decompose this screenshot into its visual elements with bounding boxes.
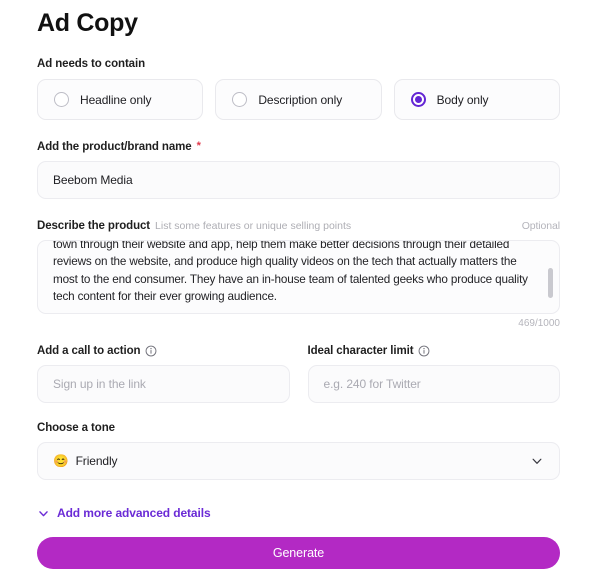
describe-product-section: Describe the product List some features … (37, 220, 560, 329)
call-to-action-label-text: Add a call to action (37, 345, 141, 357)
radio-option-label: Headline only (80, 92, 152, 107)
ad-contains-options: Headline only Description only Body only (37, 79, 560, 120)
describe-product-textarea-wrapper (37, 240, 560, 314)
tone-select[interactable]: 😊 Friendly (37, 442, 560, 480)
smiling-face-icon: 😊 (53, 453, 69, 468)
describe-product-optional-badge: Optional (521, 220, 560, 232)
describe-product-label: Describe the product List some features … (37, 220, 560, 232)
add-advanced-details-toggle[interactable]: Add more advanced details (37, 506, 211, 520)
generate-button[interactable]: Generate (37, 537, 560, 569)
info-icon (146, 345, 157, 357)
ad-contains-section: Ad needs to contain Headline only Descri… (37, 58, 560, 120)
required-asterisk: * (196, 139, 201, 152)
ad-contains-label: Ad needs to contain (37, 58, 560, 70)
radio-option-body-only[interactable]: Body only (393, 79, 560, 120)
brand-name-label: Add the product/brand name * (37, 139, 560, 153)
tone-selected-value: Friendly (75, 454, 118, 468)
add-advanced-details-label: Add more advanced details (57, 506, 211, 520)
radio-circle-selected-icon (410, 92, 426, 107)
chevron-down-icon (39, 510, 48, 516)
brand-name-input[interactable] (37, 161, 560, 199)
ad-copy-form: Ad Copy Ad needs to contain Headline onl… (0, 0, 597, 569)
radio-option-label: Body only (436, 92, 489, 107)
character-limit-label-text: Ideal character limit (307, 345, 414, 357)
character-limit-input[interactable] (307, 365, 560, 403)
tone-section: Choose a tone 😊 Friendly (37, 422, 560, 480)
character-counter: 469/1000 (518, 318, 560, 329)
tone-label: Choose a tone (37, 422, 560, 434)
radio-circle-icon (54, 92, 69, 107)
describe-product-label-text: Describe the product (37, 220, 151, 232)
brand-name-section: Add the product/brand name * (37, 139, 560, 199)
tone-label-text: Choose a tone (37, 422, 115, 434)
radio-circle-icon (232, 92, 248, 107)
radio-option-label: Description only (258, 92, 343, 107)
describe-product-textarea[interactable] (37, 240, 560, 314)
call-to-action-section: Add a call to action (37, 345, 290, 403)
chevron-down-icon (532, 458, 542, 464)
textarea-scrollbar-thumb[interactable] (548, 268, 553, 298)
call-to-action-label: Add a call to action (37, 345, 290, 357)
character-limit-section: Ideal character limit (307, 345, 561, 403)
radio-option-description-only[interactable]: Description only (215, 79, 382, 120)
page-title: Ad Copy (37, 9, 138, 37)
ad-contains-label-text: Ad needs to contain (37, 58, 145, 70)
call-to-action-input[interactable] (37, 365, 290, 403)
brand-name-label-text: Add the product/brand name (37, 141, 192, 153)
cta-and-limit-row: Add a call to action Ideal character lim… (37, 345, 560, 403)
character-limit-label: Ideal character limit (308, 345, 561, 357)
describe-product-hint: List some features or unique selling poi… (155, 220, 352, 232)
info-icon (419, 345, 430, 357)
radio-option-headline-only[interactable]: Headline only (37, 79, 204, 120)
